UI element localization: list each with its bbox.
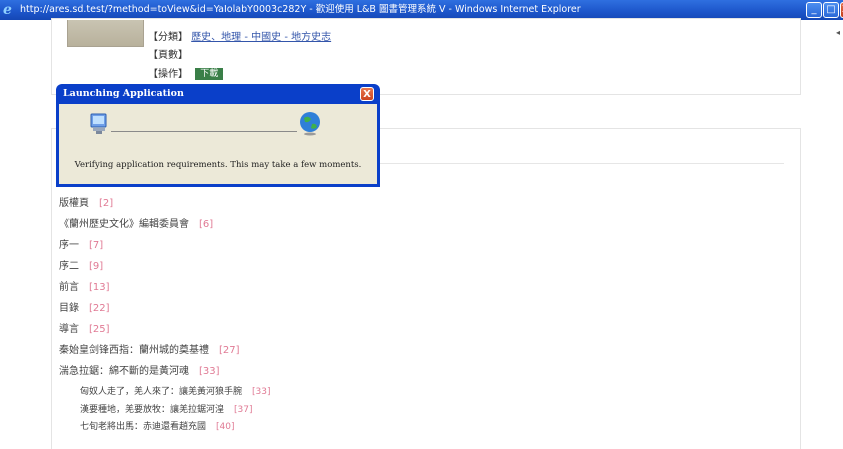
progress-line — [111, 131, 297, 132]
scroll-arrow-icon[interactable]: ◂ — [836, 28, 840, 37]
toc-item[interactable]: 秦始皇剑锋西指：蘭州城的奠基禮 [27] — [59, 341, 240, 356]
dialog-body: Verifying application requirements. This… — [59, 104, 377, 184]
toc-page-link[interactable]: [40] — [216, 422, 234, 432]
pages-label: 【頁數】 — [148, 50, 188, 61]
toc-item-title: 版權頁 — [59, 198, 89, 209]
toc-item[interactable]: 目錄 [22] — [59, 299, 110, 314]
action-row: 【操作】 下載 — [148, 65, 224, 80]
toc-subitem[interactable]: 匈奴人走了，羌人來了：讓羌黃河狼手腕 [33] — [80, 384, 271, 397]
page-content: 【分類】 歷史、地理 - 中國史 - 地方史志 【頁數】 【操作】 下載 ◂ 版… — [0, 18, 843, 449]
window-title: http://ares.sd.test/?method=toView&id=Ya… — [20, 4, 581, 15]
toc-item-title: 序一 — [59, 240, 79, 251]
toc-page-link[interactable]: [27] — [219, 345, 240, 356]
toc-item-title: 湍急拉鋸：綿不斷的是黃河魂 — [59, 366, 189, 377]
toc-item[interactable]: 前言 [13] — [59, 278, 110, 293]
action-label: 【操作】 — [148, 69, 188, 80]
toc-page-link[interactable]: [6] — [199, 219, 213, 230]
toc-item-title: 導言 — [59, 324, 79, 335]
toc-page-link[interactable]: [33] — [199, 366, 220, 377]
dialog-message: Verifying application requirements. This… — [74, 160, 362, 170]
pages-row: 【頁數】 — [148, 46, 188, 61]
computer-icon — [90, 113, 107, 134]
launching-application-dialog: Launching Application X Verifying applic… — [56, 84, 380, 187]
toc-subitem-title: 漢要種地，羌要放牧：讓羌拉鋸河湟 — [80, 405, 225, 415]
toc-page-link[interactable]: [2] — [99, 198, 113, 209]
toc-item[interactable]: 版權頁 [2] — [59, 194, 113, 209]
toc-page-link[interactable]: [7] — [89, 240, 103, 251]
toc-page-link[interactable]: [9] — [89, 261, 103, 272]
toc-item-title: 序二 — [59, 261, 79, 272]
toc-item[interactable]: 湍急拉鋸：綿不斷的是黃河魂 [33] — [59, 362, 220, 377]
dialog-title: Launching Application — [63, 88, 184, 99]
toc-item-title: 《蘭州歷史文化》編輯委員會 — [59, 219, 189, 230]
book-cover-thumbnail[interactable] — [67, 20, 144, 47]
toc-item[interactable]: 《蘭州歷史文化》編輯委員會 [6] — [59, 215, 213, 230]
toc-item[interactable]: 序一 [7] — [59, 236, 103, 251]
toc-page-link[interactable]: [37] — [234, 405, 252, 415]
dialog-close-button[interactable]: X — [360, 87, 374, 101]
category-row: 【分類】 歷史、地理 - 中國史 - 地方史志 — [148, 28, 331, 43]
toc-item[interactable]: 導言 [25] — [59, 320, 110, 335]
toc-item[interactable]: 序二 [9] — [59, 257, 103, 272]
toc-page-link[interactable]: [33] — [252, 387, 270, 397]
category-link[interactable]: 歷史、地理 - 中國史 - 地方史志 — [191, 32, 331, 43]
globe-icon — [300, 112, 320, 136]
toc-subitem-title: 匈奴人走了，羌人來了：讓羌黃河狼手腕 — [80, 387, 243, 397]
toc-page-link[interactable]: [13] — [89, 282, 110, 293]
toc-subitem[interactable]: 七旬老將出馬：赤迪還看趙充國 [40] — [80, 419, 235, 432]
minimize-button[interactable]: _ — [806, 2, 822, 18]
browser-title-bar: e http://ares.sd.test/?method=toView&id=… — [0, 0, 843, 20]
download-button[interactable]: 下載 — [195, 68, 224, 80]
toc-item-title: 目錄 — [59, 303, 79, 314]
toc-subitem[interactable]: 漢要種地，羌要放牧：讓羌拉鋸河湟 [37] — [80, 402, 253, 415]
toc-item-title: 前言 — [59, 282, 79, 293]
toc-item-title: 秦始皇剑锋西指：蘭州城的奠基禮 — [59, 345, 209, 356]
toc-page-link[interactable]: [25] — [89, 324, 110, 335]
toc-subitem-title: 七旬老將出馬：赤迪還看趙充國 — [80, 422, 207, 432]
maximize-button[interactable]: □ — [823, 2, 839, 18]
ie-icon: e — [3, 2, 12, 18]
category-label: 【分類】 — [148, 32, 188, 43]
toc-page-link[interactable]: [22] — [89, 303, 110, 314]
